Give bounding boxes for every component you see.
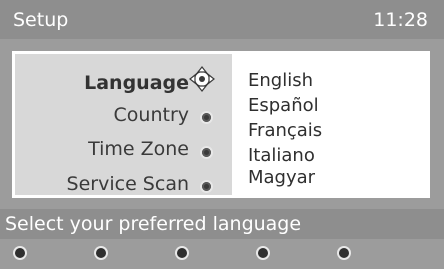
menu-panel: Language Country Time Zone Service Scan … [12, 51, 430, 198]
option-francais[interactable]: Français [248, 120, 322, 142]
screen-title: Setup [13, 9, 69, 31]
color-key-2[interactable] [96, 248, 106, 258]
language-options-list: English Español Français Italiano Magyar [232, 54, 430, 195]
color-key-5[interactable] [339, 248, 349, 258]
navigation-cursor-icon [189, 66, 215, 92]
color-key-4[interactable] [258, 248, 268, 258]
color-key-1[interactable] [15, 248, 25, 258]
color-key-3[interactable] [177, 248, 187, 258]
option-magyar[interactable]: Magyar [248, 167, 315, 189]
option-espanol[interactable]: Español [248, 95, 319, 117]
menu-bullet-time-zone [202, 148, 211, 157]
menu-bullet-country [202, 113, 211, 122]
option-italiano[interactable]: Italiano [248, 145, 315, 167]
menu-item-service-scan[interactable]: Service Scan [67, 172, 189, 196]
option-english[interactable]: English [248, 70, 313, 92]
menu-item-country[interactable]: Country [114, 103, 189, 127]
clock: 11:28 [373, 9, 428, 31]
menu-item-language[interactable]: Language [84, 71, 189, 95]
menu-bullet-service-scan [202, 182, 211, 191]
setup-screen: Setup 11:28 Language Country Time Zone S… [0, 0, 444, 269]
hint-bar: Select your preferred language [0, 209, 444, 239]
hint-text: Select your preferred language [5, 213, 302, 235]
title-bar: Setup 11:28 [0, 0, 444, 39]
menu-item-time-zone[interactable]: Time Zone [88, 137, 189, 161]
